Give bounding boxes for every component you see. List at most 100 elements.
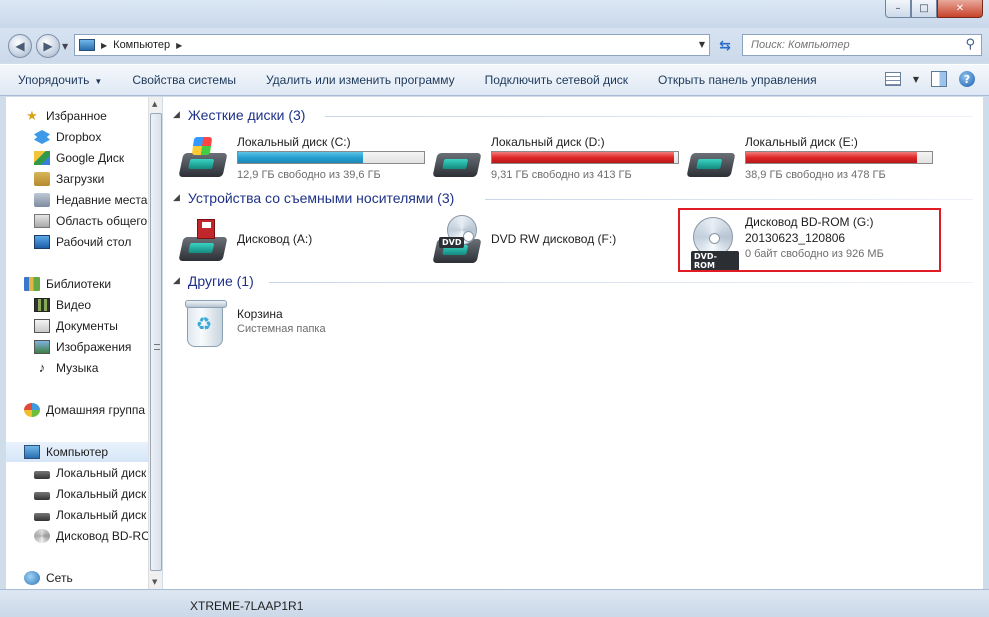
drive-d-tile[interactable]: Локальный диск (D:) 9,31 ГБ свободно из … — [432, 131, 683, 191]
nav-label: Загрузки — [56, 172, 105, 186]
item-name: Корзина — [237, 307, 283, 321]
back-button[interactable]: ◀ — [8, 34, 32, 58]
search-box[interactable]: ⚲ — [742, 34, 982, 56]
close-button[interactable]: ✕ — [937, 0, 983, 18]
breadcrumb-separator-icon[interactable]: ▶ — [101, 41, 107, 50]
nav-scrollbar[interactable]: ▲ ▼ — [148, 97, 162, 589]
nav-homegroup[interactable]: Домашняя группа — [6, 400, 145, 420]
recycle-bin-tile[interactable]: Корзина Системная папка — [179, 297, 429, 357]
nav-local-disk-e[interactable]: Локальный диск — [6, 505, 146, 525]
drive-name: DVD RW дисковод (F:) — [491, 232, 617, 246]
address-row: ◀ ▶ ▼ ▶ Компьютер ▶ ▼ ⇆ ⚲ — [0, 28, 989, 62]
group-title: Другие (1) — [187, 273, 254, 289]
recent-places-icon — [34, 193, 50, 207]
nav-computer[interactable]: Компьютер — [6, 442, 148, 462]
group-hard-drives[interactable]: ◢ Жесткие диски (3) — [173, 105, 305, 125]
nav-libraries[interactable]: Библиотеки — [6, 274, 111, 294]
scroll-down-icon[interactable]: ▼ — [152, 578, 157, 586]
minimize-button[interactable]: – — [885, 0, 911, 18]
homegroup-icon — [24, 403, 40, 417]
drive-free-space: 9,31 ГБ свободно из 413 ГБ — [491, 169, 632, 181]
navigation-pane: ★ Избранное Dropbox Google Диск Загрузки … — [6, 97, 148, 589]
usage-bar — [237, 151, 425, 164]
nav-music[interactable]: ♪ Музыка — [6, 358, 99, 378]
desktop-icon — [34, 235, 50, 249]
collapse-icon[interactable]: ◢ — [173, 276, 180, 286]
usage-bar — [745, 151, 933, 164]
help-icon[interactable]: ? — [959, 71, 975, 87]
nav-favorites[interactable]: ★ Избранное — [6, 106, 107, 126]
documents-icon — [34, 319, 50, 333]
open-control-panel-button[interactable]: Открыть панель управления — [658, 73, 817, 87]
collapse-icon[interactable]: ◢ — [173, 110, 180, 120]
scroll-up-icon[interactable]: ▲ — [152, 100, 157, 108]
map-network-drive-button[interactable]: Подключить сетевой диск — [485, 73, 628, 87]
nav-video[interactable]: Видео — [6, 295, 91, 315]
breadcrumb-computer[interactable]: Компьютер — [113, 39, 170, 51]
recycle-bin-icon — [179, 300, 231, 351]
usage-fill — [746, 152, 917, 163]
nav-local-disk-d[interactable]: Локальный диск — [6, 484, 146, 504]
video-icon — [34, 298, 50, 312]
nav-network[interactable]: Сеть — [6, 568, 73, 588]
nav-label: Компьютер — [46, 445, 109, 459]
drive-e-tile[interactable]: Локальный диск (E:) 38,9 ГБ свободно из … — [686, 131, 937, 191]
uninstall-program-button[interactable]: Удалить или изменить программу — [266, 73, 455, 87]
nav-label: Рабочий стол — [56, 235, 132, 249]
search-icon[interactable]: ⚲ — [965, 37, 975, 52]
floppy-drive-icon — [178, 217, 231, 267]
address-history-dropdown[interactable]: ▼ — [699, 40, 705, 49]
system-properties-button[interactable]: Свойства системы — [132, 73, 236, 87]
nav-downloads[interactable]: Загрузки — [6, 169, 104, 189]
nav-label: Dropbox — [56, 130, 102, 144]
drive-c-tile[interactable]: Локальный диск (C:) 12,9 ГБ свободно из … — [178, 131, 429, 191]
libraries-icon — [24, 277, 40, 291]
images-icon — [34, 340, 50, 354]
nav-desktop[interactable]: Рабочий стол — [6, 232, 131, 252]
nav-bd-rom[interactable]: Дисковод BD-ROM — [6, 526, 148, 546]
grip-icon — [154, 344, 160, 350]
nav-shared-area[interactable]: Область общего — [6, 211, 147, 231]
nav-local-disk-c[interactable]: Локальный диск — [6, 463, 146, 483]
recent-pages-dropdown[interactable]: ▼ — [62, 42, 68, 51]
maximize-button[interactable]: □ — [911, 0, 937, 18]
organize-label: Упорядочить — [18, 73, 90, 87]
nav-dropbox[interactable]: Dropbox — [6, 127, 101, 147]
content-pane: ◢ Жесткие диски (3) Локальный диск (C:) … — [163, 97, 983, 589]
scroll-thumb[interactable] — [150, 113, 162, 571]
nav-label: Локальный диск — [56, 487, 147, 501]
collapse-icon[interactable]: ◢ — [173, 193, 180, 203]
address-bar[interactable]: ▶ Компьютер ▶ ▼ — [74, 34, 710, 56]
nav-label: Избранное — [46, 109, 107, 123]
nav-label: Библиотеки — [46, 277, 112, 291]
nav-recent-places[interactable]: Недавние места — [6, 190, 147, 210]
floppy-drive-tile[interactable]: Дисковод (A:) — [178, 213, 429, 273]
nav-images[interactable]: Изображения — [6, 337, 131, 357]
group-other[interactable]: ◢ Другие (1) — [173, 271, 254, 291]
dvd-label: DVD — [439, 237, 465, 248]
search-input[interactable] — [751, 39, 951, 51]
change-view-icon[interactable] — [884, 72, 901, 86]
nav-google-drive[interactable]: Google Диск — [6, 148, 124, 168]
nav-documents[interactable]: Документы — [6, 316, 118, 336]
title-bar: – □ ✕ — [0, 0, 989, 28]
status-bar: XTREME-7LAAP1R1 — [0, 589, 989, 617]
nav-label: Документы — [56, 319, 118, 333]
drive-name: Локальный диск (C:) — [237, 135, 351, 149]
computer-name: XTREME-7LAAP1R1 — [190, 599, 304, 613]
drive-name: Локальный диск (D:) — [491, 135, 605, 149]
nav-label: Локальный диск — [56, 508, 147, 522]
nav-label: Изображения — [56, 340, 132, 354]
dvd-drive-tile[interactable]: DVD DVD RW дисковод (F:) — [432, 213, 683, 273]
shared-area-icon — [34, 214, 50, 228]
group-title: Жесткие диски (3) — [187, 107, 306, 123]
breadcrumb-separator-icon[interactable]: ▶ — [176, 41, 182, 50]
refresh-button[interactable]: ⇆ — [714, 36, 736, 56]
view-dropdown-icon[interactable]: ▼ — [913, 75, 919, 84]
disc-icon — [34, 529, 50, 543]
group-removable[interactable]: ◢ Устройства со съемными носителями (3) — [173, 188, 454, 208]
preview-pane-icon[interactable] — [931, 71, 947, 87]
organize-menu[interactable]: Упорядочить ▼ — [18, 73, 102, 87]
forward-button[interactable]: ▶ — [36, 34, 60, 58]
computer-icon — [24, 445, 40, 459]
